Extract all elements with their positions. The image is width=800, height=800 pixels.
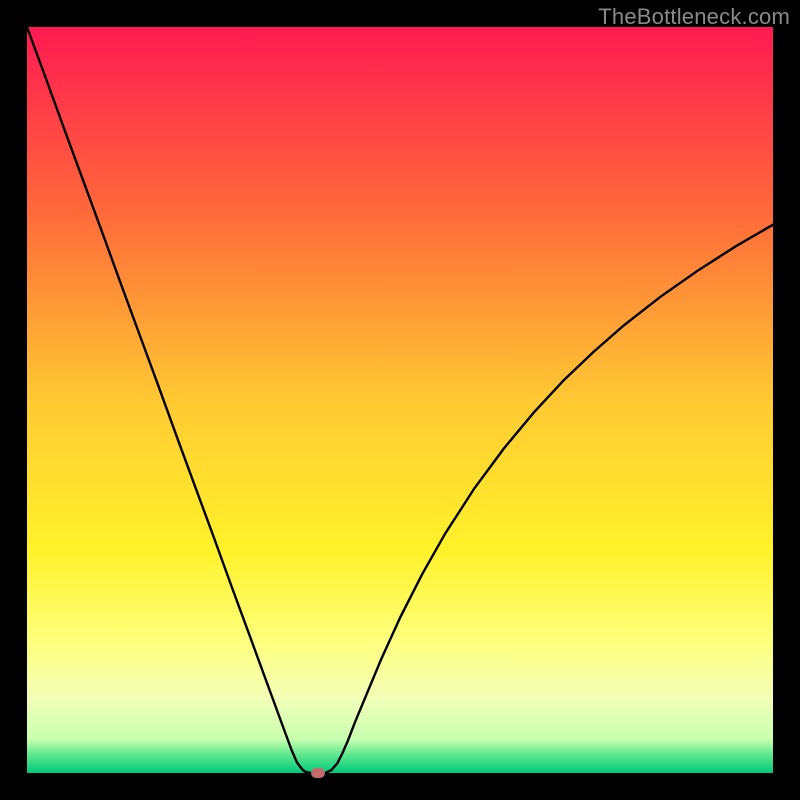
bottleneck-chart xyxy=(27,27,773,773)
chart-background xyxy=(27,27,773,773)
chart-frame xyxy=(27,27,773,773)
watermark-text: TheBottleneck.com xyxy=(598,4,790,30)
optimal-point-marker xyxy=(311,768,325,778)
